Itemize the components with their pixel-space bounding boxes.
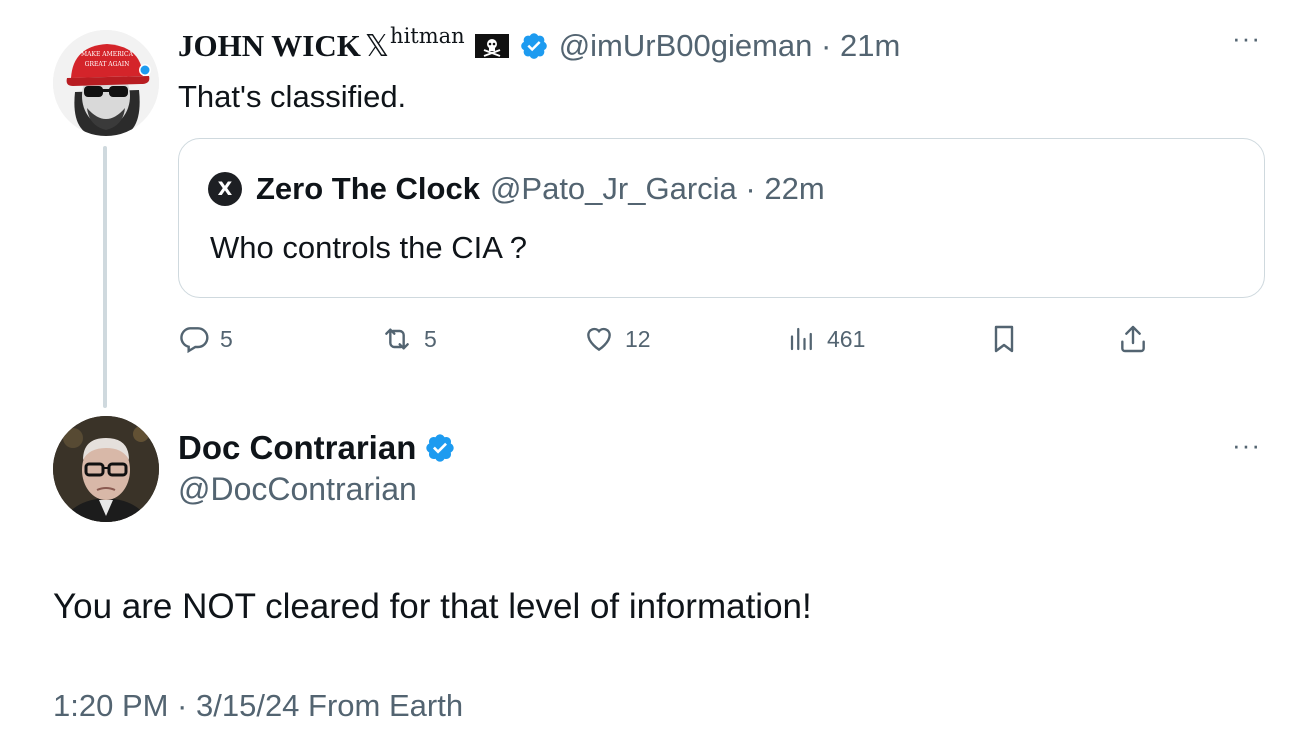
tweet1-text: That's classified.: [178, 79, 407, 114]
tweet1-name-superscript: hitman: [390, 24, 465, 48]
avatar-image: [53, 416, 159, 522]
like-count: 12: [625, 325, 651, 352]
pirate-flag-icon: [474, 34, 509, 58]
share-icon: [1121, 325, 1145, 353]
tweet2-display-name[interactable]: Doc Contrarian: [178, 429, 416, 467]
repost-icon: [385, 328, 409, 350]
x-logo-avatar-icon: X: [208, 172, 242, 206]
tweet1-handle-time[interactable]: @imUrB00gieman · 21m: [559, 28, 901, 64]
avatar-image: MAKE AMERICA GREAT AGAIN: [53, 30, 159, 136]
bookmark-button[interactable]: [988, 322, 1020, 356]
quoted-display-name[interactable]: Zero The Clock: [256, 171, 480, 207]
share-button[interactable]: [1117, 322, 1149, 356]
tweet2-text: You are NOT cleared for that level of in…: [53, 587, 812, 626]
quoted-tweet-header: X Zero The Clock @Pato_Jr_Garcia · 22m: [208, 168, 825, 210]
tweet2-handle[interactable]: @DocContrarian: [178, 471, 417, 508]
tweet1-more-options-icon[interactable]: ···: [1232, 25, 1261, 51]
reply-icon: [180, 327, 209, 354]
doc-contrarian-avatar[interactable]: [53, 416, 159, 522]
thread-connector-line: [103, 146, 107, 408]
bookmark-icon: [994, 325, 1014, 353]
verified-badge-icon[interactable]: [519, 31, 549, 61]
reply-count: 5: [220, 325, 233, 352]
analytics-bars-icon: [790, 327, 812, 351]
tweet2-timestamp-meta[interactable]: 1:20 PM · 3/15/24 From Earth: [53, 688, 463, 724]
tweet2-header: Doc Contrarian: [178, 428, 456, 468]
quoted-tweet-text: Who controls the CIA ?: [210, 230, 528, 265]
repost-count: 5: [424, 325, 437, 352]
tweet2-more-options-icon[interactable]: ···: [1232, 432, 1261, 458]
views-button[interactable]: 461: [787, 322, 865, 356]
reply-button[interactable]: 5: [178, 322, 233, 356]
verified-badge-icon[interactable]: [424, 432, 456, 464]
svg-text:GREAT AGAIN: GREAT AGAIN: [85, 61, 130, 68]
svg-text:MAKE AMERICA: MAKE AMERICA: [81, 51, 134, 58]
tweet1-display-name[interactable]: JOHN WICK: [178, 28, 361, 64]
tweet1-header: JOHN WICK 𝕏 hitman @imUrB00gieman · 21m: [178, 24, 900, 68]
view-count: 461: [827, 325, 866, 352]
john-wick-avatar[interactable]: MAKE AMERICA GREAT AGAIN: [53, 30, 159, 136]
repost-button[interactable]: 5: [380, 322, 437, 356]
quoted-handle-time[interactable]: @Pato_Jr_Garcia · 22m: [490, 171, 825, 207]
like-button[interactable]: 12: [583, 322, 651, 356]
quoted-tweet-card[interactable]: [178, 138, 1265, 298]
heart-icon: [587, 327, 611, 352]
tweet1-name-symbol: 𝕏: [364, 28, 390, 64]
